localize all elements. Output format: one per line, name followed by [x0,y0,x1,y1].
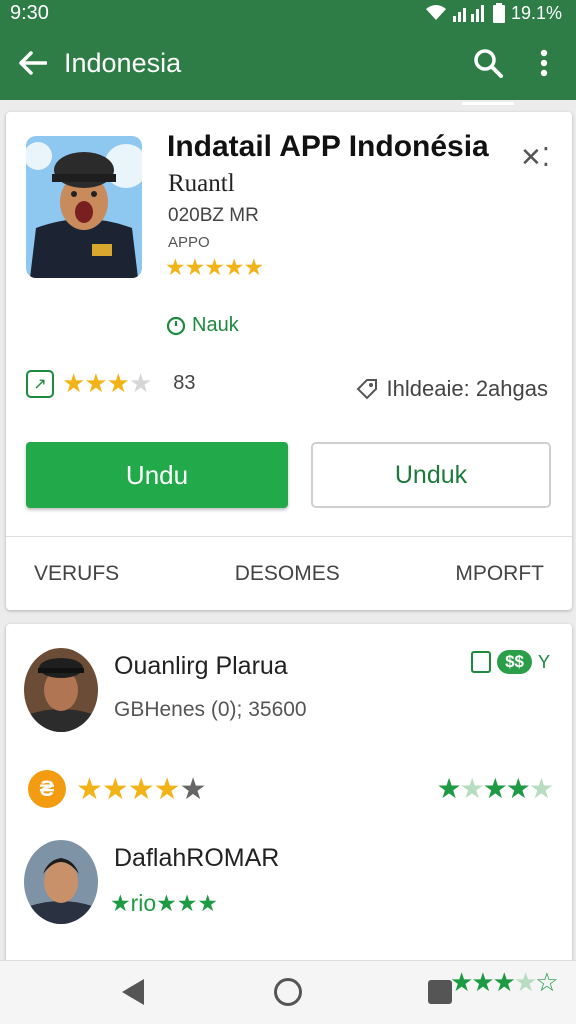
tab-report[interactable]: MPORFT [455,562,544,586]
install-button[interactable]: Undu [26,442,288,508]
reviews-card: Ouanlirg Plarua GBHenes (0); 35600 $$ Y … [6,624,572,964]
app-meta: 020BZ MR [168,205,259,226]
navigation-bar: ★★★★☆ [0,960,576,1024]
nav-home-icon[interactable] [274,978,302,1006]
app-developer: Ruantl [168,170,235,197]
tab-versions[interactable]: VERUFS [34,562,119,586]
app-detail-card: Indatail APP Indonésia Ruantl 020BZ MR A… [6,112,572,610]
search-button[interactable] [460,35,516,105]
app-bar-title: Indonesia [64,47,182,78]
install-status-label: Nauk [192,314,239,336]
back-button[interactable] [14,44,52,82]
install-status: Nauk [166,314,239,337]
search-icon [474,49,503,78]
signal-icon [452,5,484,22]
nav-back-icon[interactable] [122,979,144,1005]
money-badge: $$ [497,650,532,674]
more-vert-icon [540,49,548,77]
rating-count: 83 [173,372,196,394]
reviewer-badge: $$ Y [471,650,550,674]
status-bar: 9:30 19.1% [0,0,576,26]
rating-stars: ★★★★ [62,368,152,398]
review-rating: ₴ ★★★★★ [28,770,206,808]
battery-icon [492,3,505,23]
badge-suffix: Y [537,651,550,672]
avatar [24,840,98,924]
reviewer-name: DaflahROMAR [114,844,280,872]
app-bar: Indonesia [0,26,576,105]
content-rating-icon: ↗ [26,369,54,398]
app-title: Indatail APP Indonésia [167,130,489,163]
lock-icon [471,651,492,673]
rating-row: ↗ ★★★★ 83 [26,368,196,399]
download-button[interactable]: Unduk [311,442,551,508]
avatar [24,648,98,732]
reviewer-name: Ouanlirg Plarua [114,652,288,680]
battery-level: 19.1% [510,2,562,23]
wifi-icon [425,5,446,20]
app-meta-secondary: APPO [168,234,210,251]
close-icon[interactable]: ✕⁚ [520,142,550,173]
nav-recents-icon[interactable] [428,980,452,1004]
tag-icon [356,379,377,400]
more-button[interactable] [522,35,566,91]
app-icon [26,136,142,278]
tab-details[interactable]: DESOMES [235,562,340,586]
back-arrow-icon [19,51,47,75]
review-rating-secondary: ★★★★★ [436,773,554,804]
category-label: Ihldeaie: 2ahgas [386,376,548,401]
overlay-stars: ★★★★☆ [450,967,559,997]
review-stars: ★★★★★ [76,772,206,806]
achievement-icon: ₴ [28,770,66,808]
status-icons: 19.1% [425,3,562,24]
app-header-stars: ★★★★★ [165,254,264,280]
top-bar: 9:30 19.1% Indonesia [0,0,576,105]
status-time: 9:30 [10,1,49,24]
clock-icon [166,316,186,335]
category: Ihldeaie: 2ahgas [355,376,548,402]
review-inline-rating: ★rio★★★ [110,890,219,916]
detail-tabs: VERUFS DESOMES MPORFT [6,536,572,610]
reviewer-meta: GBHenes (0); 35600 [114,698,307,721]
